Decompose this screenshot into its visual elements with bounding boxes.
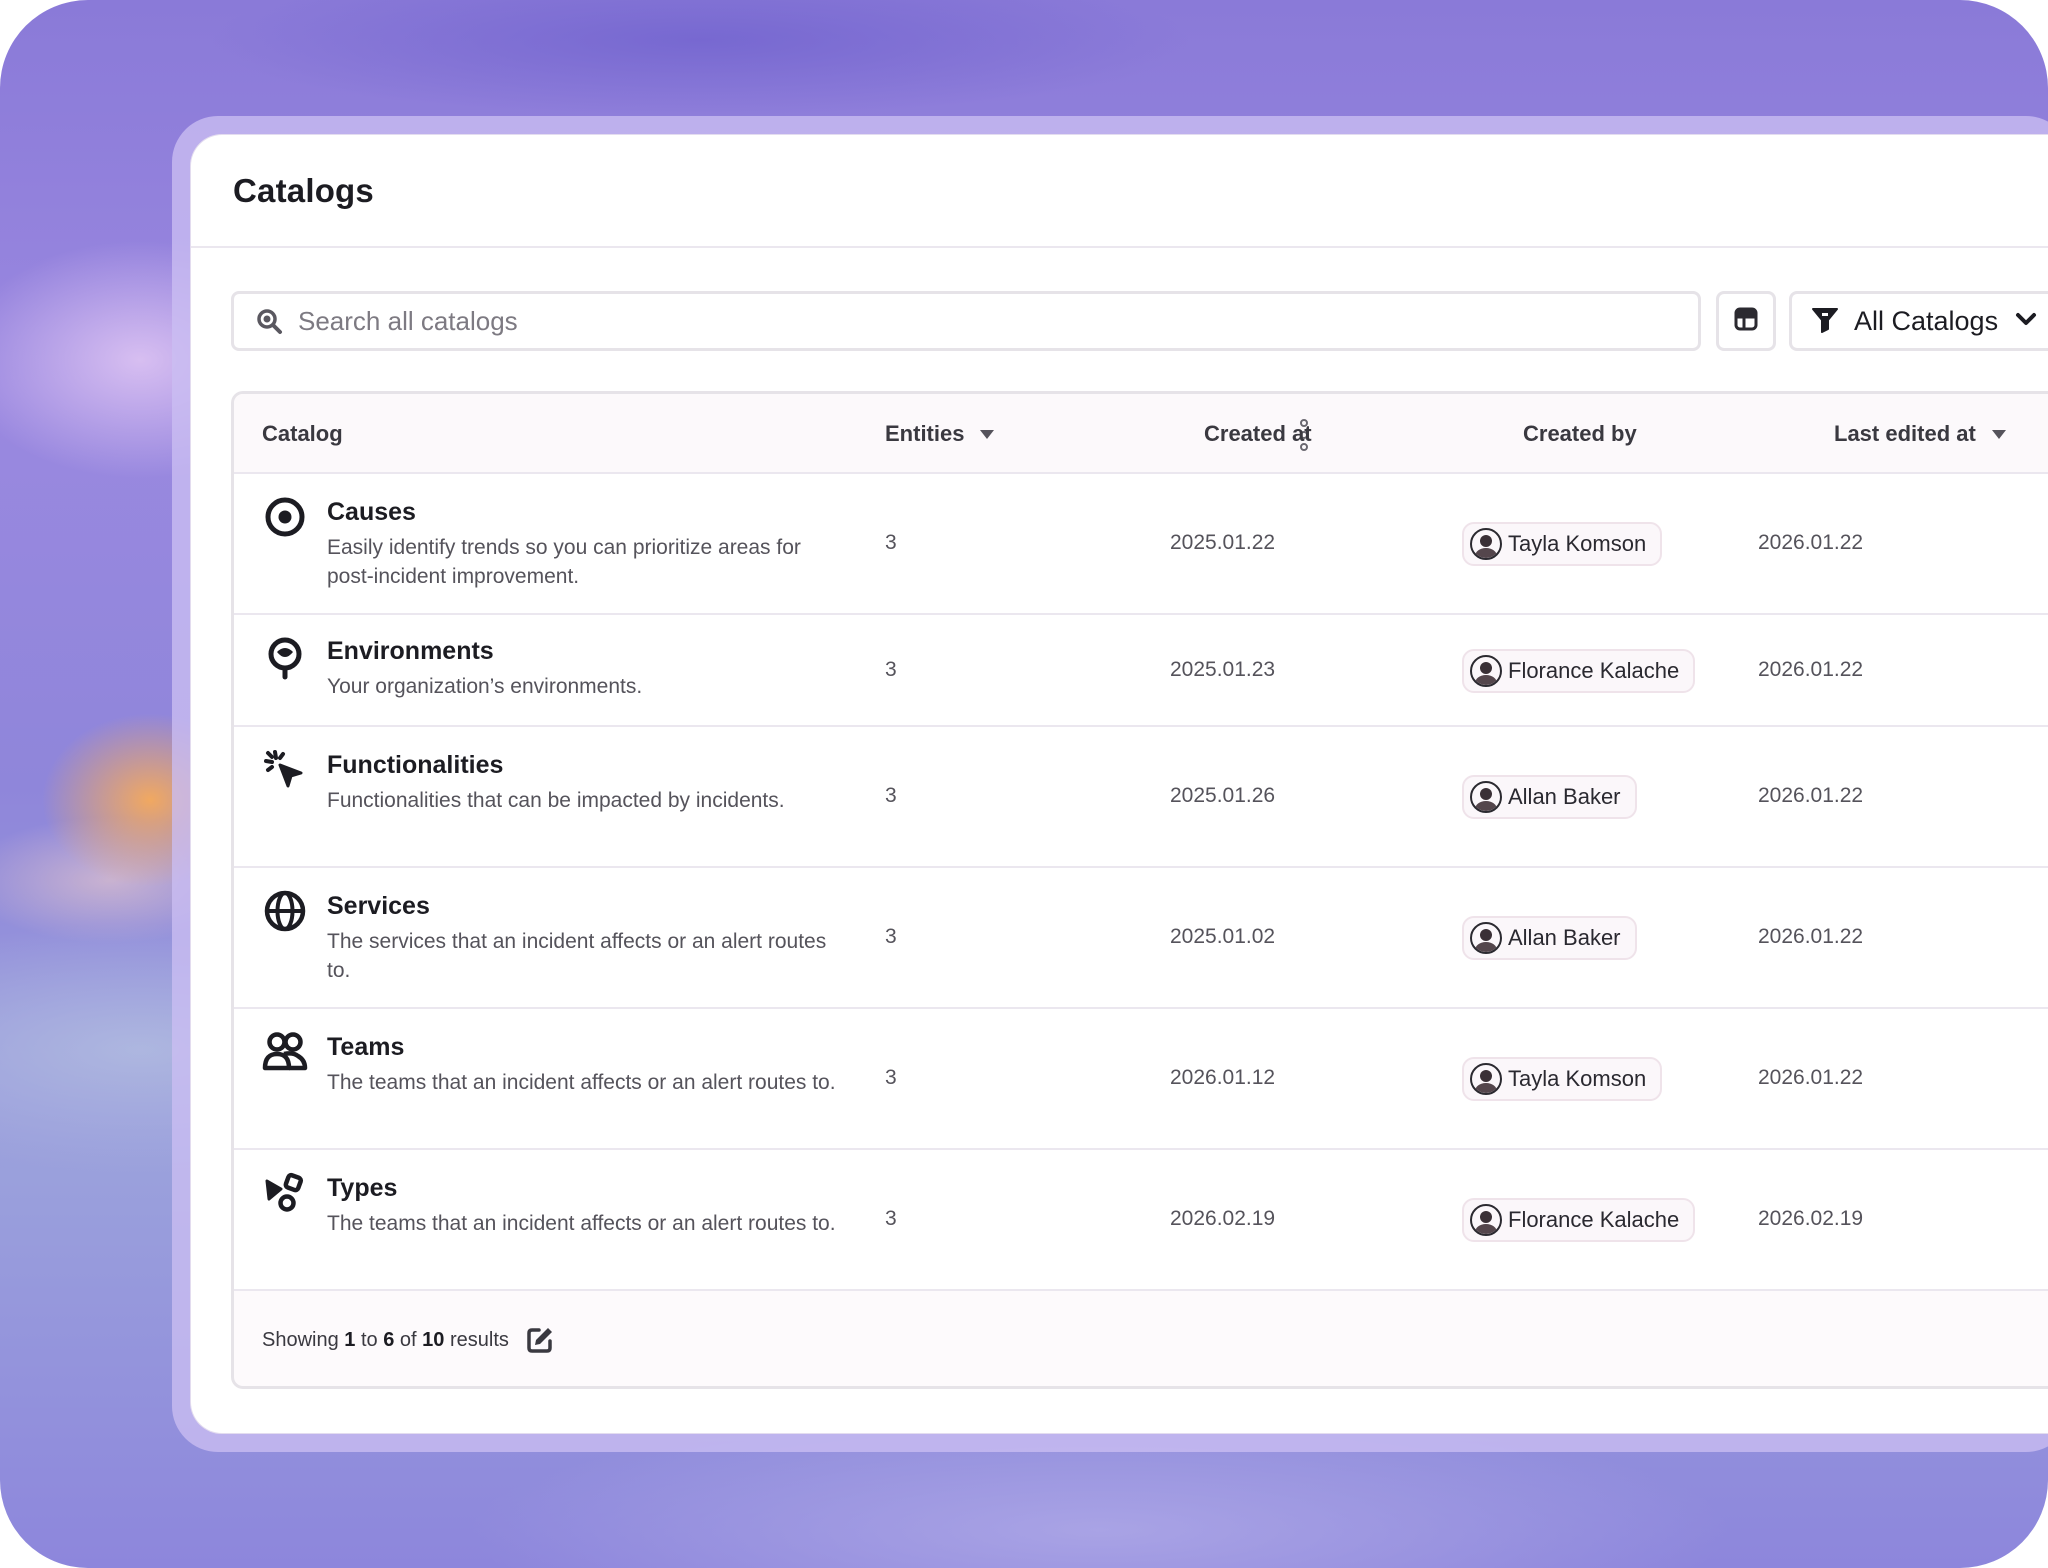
catalog-description: Your organization’s environments. [327, 675, 643, 698]
last-edited-at: 2026.01.22 [1758, 531, 1864, 554]
created-at: 2026.02.19 [1170, 1207, 1276, 1230]
avatar [1470, 922, 1502, 954]
environment-icon [262, 635, 308, 681]
globe-icon [262, 888, 308, 934]
created-at: 2025.01.02 [1170, 925, 1276, 948]
table-row[interactable]: Teams The teams that an incident affects… [234, 1009, 2048, 1150]
sort-down-icon [1991, 429, 2006, 439]
entities-count: 3 [885, 1207, 897, 1230]
filter-icon [1810, 304, 1840, 339]
table-header: Catalog Entities Created at Created by L… [234, 394, 2048, 474]
column-header-catalog[interactable]: Catalog [262, 394, 343, 474]
toolbar: All Catalogs [231, 291, 2048, 351]
created-by-chip[interactable]: Tayla Komson [1462, 522, 1663, 566]
search-icon [254, 306, 284, 336]
avatar [1470, 1063, 1502, 1095]
chevron-down-icon [2014, 307, 2038, 336]
created-by-chip[interactable]: Allan Baker [1462, 775, 1637, 819]
catalog-description: Functionalities that can be impacted by … [327, 789, 785, 812]
cursor-click-icon [262, 747, 308, 793]
created-by-chip[interactable]: Florance Kalache [1462, 649, 1696, 693]
column-header-last-edited-at[interactable]: Last edited at [1834, 394, 2006, 474]
created-at: 2026.01.12 [1170, 1066, 1276, 1089]
catalog-name: Environments [327, 637, 494, 665]
target-icon [262, 494, 308, 540]
table-row[interactable]: Services The services that an incident a… [234, 868, 2048, 1009]
shapes-icon [262, 1170, 308, 1216]
catalog-description: The teams that an incident affects or an… [327, 1071, 836, 1094]
table-row[interactable]: Environments Your organization’s environ… [234, 615, 2048, 727]
search-box[interactable] [231, 291, 1701, 351]
entities-count: 3 [885, 658, 897, 681]
catalog-name: Causes [327, 498, 416, 526]
pagination-summary: Showing 1 to 6 of 10 results [262, 1328, 509, 1351]
column-header-entities[interactable]: Entities [885, 394, 995, 474]
layout-grid-icon [1732, 305, 1760, 338]
catalog-description: The teams that an incident affects or an… [327, 1212, 836, 1235]
last-edited-at: 2026.01.22 [1758, 658, 1864, 681]
catalog-filter-dropdown[interactable]: All Catalogs [1789, 291, 2048, 351]
catalogs-panel: Catalogs All Catalogs Catalog Enti [190, 134, 2048, 1434]
last-edited-at: 2026.01.22 [1758, 1066, 1864, 1089]
catalog-description: Easily identify trends so you can priori… [327, 536, 801, 588]
created-by-chip[interactable]: Tayla Komson [1462, 1057, 1663, 1101]
catalog-description: The services that an incident affects or… [327, 930, 827, 982]
filter-label: All Catalogs [1854, 305, 1999, 336]
last-edited-at: 2026.01.22 [1758, 925, 1864, 948]
entities-count: 3 [885, 531, 897, 554]
catalog-name: Teams [327, 1033, 405, 1061]
created-by-chip[interactable]: Allan Baker [1462, 916, 1637, 960]
panel-header: Catalogs [191, 135, 2048, 248]
sort-down-icon [980, 429, 995, 439]
entities-count: 3 [885, 925, 897, 948]
entities-count: 3 [885, 784, 897, 807]
last-edited-at: 2026.01.22 [1758, 784, 1864, 807]
entities-count: 3 [885, 1066, 897, 1089]
layout-button[interactable] [1716, 291, 1776, 351]
table-row[interactable]: Types The teams that an incident affects… [234, 1150, 2048, 1291]
avatar [1470, 528, 1502, 560]
table-row[interactable]: Causes Easily identify trends so you can… [234, 474, 2048, 615]
table-footer: Showing 1 to 6 of 10 results [234, 1294, 2048, 1386]
catalog-name: Types [327, 1174, 398, 1202]
edit-icon[interactable] [525, 1325, 555, 1355]
catalog-name: Functionalities [327, 751, 504, 779]
created-at: 2025.01.26 [1170, 784, 1276, 807]
avatar [1470, 1204, 1502, 1236]
catalogs-table: Catalog Entities Created at Created by L… [231, 391, 2048, 1389]
avatar [1470, 781, 1502, 813]
last-edited-at: 2026.02.19 [1758, 1207, 1864, 1230]
column-header-created-by[interactable]: Created by [1523, 394, 1637, 474]
search-input[interactable] [298, 294, 1698, 348]
catalog-name: Services [327, 892, 430, 920]
created-at: 2025.01.23 [1170, 658, 1276, 681]
created-at: 2025.01.22 [1170, 531, 1276, 554]
page-title: Catalogs [233, 171, 374, 209]
column-header-created-at[interactable]: Created at [1204, 394, 1312, 474]
created-by-chip[interactable]: Florance Kalache [1462, 1198, 1696, 1242]
avatar [1470, 655, 1502, 687]
table-row[interactable]: Functionalities Functionalities that can… [234, 727, 2048, 868]
users-icon [262, 1029, 308, 1075]
